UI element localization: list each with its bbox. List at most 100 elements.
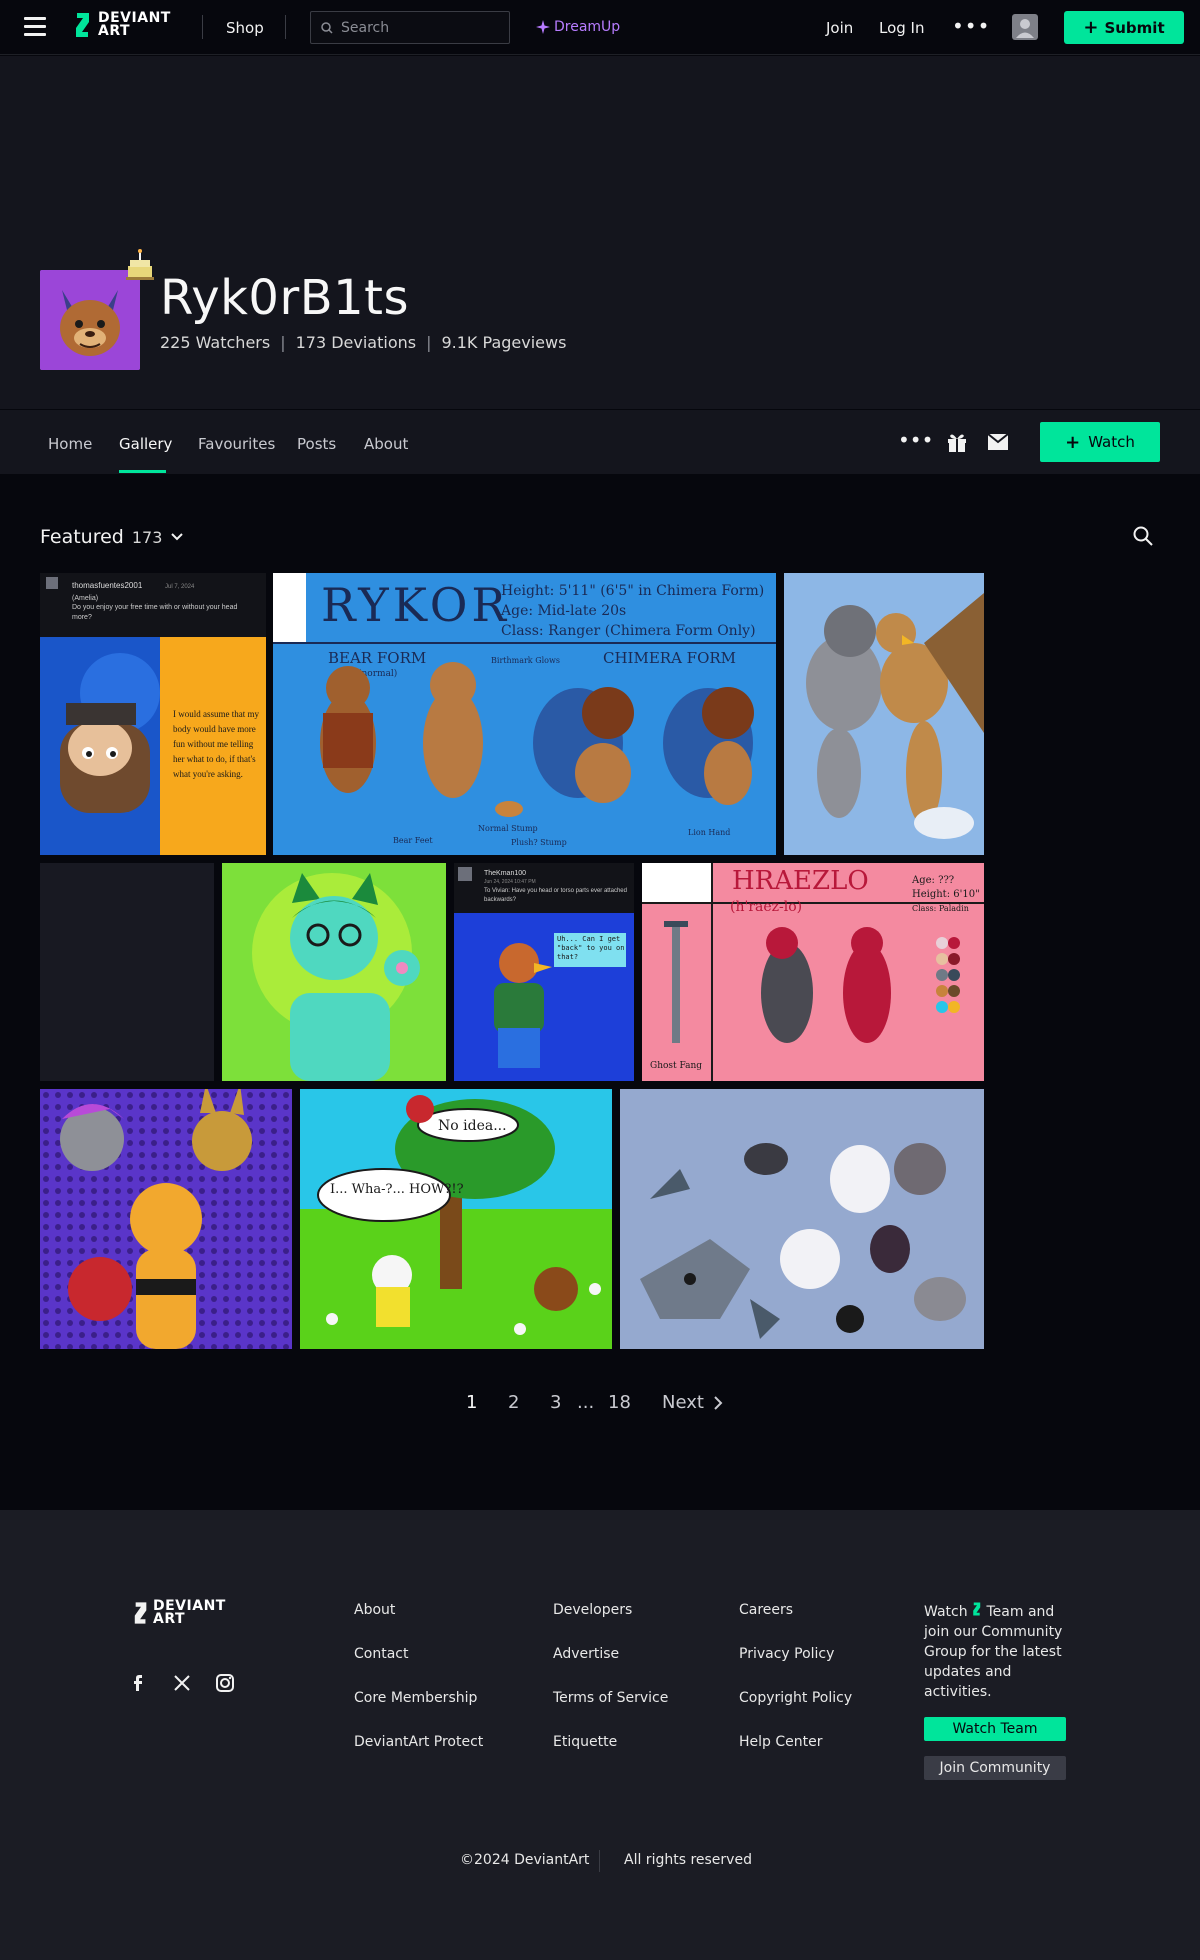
comment-username: TheKman100 [484,870,526,877]
comment-date: Jul 7, 2024 [165,584,195,590]
profile-stats: 225 Watchers | 173 Deviations | 9.1K Pag… [160,333,566,352]
deviantart-logo-icon [973,1602,981,1616]
footer-link-core-membership[interactable]: Core Membership [354,1690,477,1706]
user-icon[interactable] [1012,14,1038,40]
height-text: Height: 5'11" (6'5" in Chimera Form) [501,583,764,599]
watch-team-button[interactable]: Watch Team [924,1717,1066,1741]
footer-link-help-center[interactable]: Help Center [739,1734,823,1750]
footer-link-advertise[interactable]: Advertise [553,1646,619,1662]
page-ellipsis: ... [577,1392,595,1413]
section-count: 173 [131,527,163,547]
plush-stump-label: Plush? Stump [511,838,567,847]
join-community-button[interactable]: Join Community [924,1756,1066,1780]
comment-text: To Vivian: Have you head or torso parts … [484,888,627,903]
hamburger-icon[interactable] [24,17,46,37]
next-page-button[interactable]: Next [662,1392,724,1413]
plus-icon: + [1065,431,1081,453]
pageviews-count: 9.1K Pageviews [441,333,567,352]
comment-username: thomasfuentes2001 [72,581,143,590]
submit-label: Submit [1104,18,1165,37]
more-icon[interactable]: ••• [952,14,990,38]
separator: | [280,333,286,352]
footer-link-etiquette[interactable]: Etiquette [553,1734,617,1750]
footer-link-about[interactable]: About [354,1602,395,1618]
tab-gallery[interactable]: Gallery [119,435,172,453]
page-link[interactable]: 2 [508,1392,519,1413]
top-bar: DEVIANT ART Shop DreamUp Join Log In •••… [0,0,1200,55]
chimera-form-label: CHIMERA FORM [603,649,736,667]
logo-wordmark: DEVIANT ART [98,11,171,39]
birthmark-label: Birthmark Glows [491,656,560,665]
section-title: Featured [40,526,124,548]
logo-wordmark: DEVIANT ART [153,1599,226,1626]
profile-banner [0,56,1200,409]
page-link[interactable]: 3 [550,1392,561,1413]
deviation-thumbnail[interactable]: HRAEZLO (h'raez-lo) Age: ??? Height: 6'1… [642,863,984,1081]
footer-link-deviantart-protect[interactable]: DeviantArt Protect [354,1734,483,1750]
footer-link-contact[interactable]: Contact [354,1646,408,1662]
deviantart-logo-icon [76,13,89,37]
more-icon[interactable]: ••• [898,428,933,452]
deviations-count[interactable]: 173 Deviations [296,333,417,352]
deviation-thumbnail[interactable] [784,573,984,855]
login-link[interactable]: Log In [879,19,925,37]
deviation-thumbnail-placeholder[interactable] [40,863,214,1081]
footer-link-privacy[interactable]: Privacy Policy [739,1646,834,1662]
deviation-thumbnail[interactable] [40,1089,292,1349]
search-box[interactable] [310,11,510,44]
footer: DEVIANT ART About Contact Core Membershi… [0,1510,1200,1960]
mail-icon[interactable] [988,434,1008,450]
page-link[interactable]: 18 [608,1392,631,1413]
gallery-section-header[interactable]: Featured 173 [40,526,184,548]
search-icon [321,21,333,34]
footer-link-developers[interactable]: Developers [553,1602,632,1618]
join-link[interactable]: Join [826,19,853,37]
footer-link-careers[interactable]: Careers [739,1602,793,1618]
shop-link[interactable]: Shop [226,19,264,37]
separator: | [426,333,432,352]
footer-link-terms[interactable]: Terms of Service [553,1690,668,1706]
community-blurb: Watch Team and join our Community Group … [924,1602,1074,1702]
lion-hand-label: Lion Hand [688,828,730,837]
class-text: Class: Paladin [912,904,969,913]
tab-about[interactable]: About [364,435,408,453]
deviation-thumbnail[interactable] [620,1089,984,1349]
plus-icon: + [1083,17,1099,38]
copyright-text: ©2024 DeviantArt [460,1852,590,1868]
username[interactable]: Ryk0rB1ts [160,270,409,326]
deviation-thumbnail[interactable]: TheKman100 Jun 24, 2024 10:47 PM To Vivi… [454,863,634,1081]
watch-button[interactable]: + Watch [1040,422,1160,462]
x-icon[interactable] [172,1673,192,1693]
deviantart-logo[interactable]: DEVIANT ART [74,11,171,39]
chevron-right-icon [714,1395,723,1410]
deviation-thumbnail[interactable]: RYKOR Height: 5'11" (6'5" in Chimera For… [273,573,776,855]
footer-logo[interactable]: DEVIANT ART [133,1599,226,1626]
instagram-icon[interactable] [215,1673,235,1693]
comment-quote-name: (Amelia) [72,595,98,602]
search-icon[interactable] [1133,526,1153,546]
divider [285,15,286,39]
tab-favourites[interactable]: Favourites [198,435,275,453]
dreamup-link[interactable]: DreamUp [536,19,620,35]
avatar[interactable] [40,270,140,370]
height-text: Height: 6'10" [912,889,980,900]
gift-icon[interactable] [946,431,968,453]
pagination: 1 2 3 ... 18 Next [0,1388,1200,1418]
page-link[interactable]: 1 [466,1392,477,1413]
tab-posts[interactable]: Posts [297,435,336,453]
footer-link-copyright-policy[interactable]: Copyright Policy [739,1690,852,1706]
rights-text: All rights reserved [624,1852,752,1868]
submit-button[interactable]: + Submit [1064,11,1184,44]
tab-home[interactable]: Home [48,435,92,453]
deviation-thumbnail[interactable]: thomasfuentes2001 Jul 7, 2024 (Amelia) D… [40,573,266,855]
watchers-count[interactable]: 225 Watchers [160,333,270,352]
watch-label: Watch [1088,433,1135,451]
dreamup-label: DreamUp [554,19,621,35]
logo-line-2: ART [98,23,131,39]
title-text: HRAEZLO [732,866,869,896]
deviation-thumbnail[interactable] [222,863,446,1081]
deviation-thumbnail[interactable]: No idea... I... Wha-?... HOW?!? [300,1089,612,1349]
facebook-icon[interactable] [128,1673,148,1693]
comic-text: Uh... Can I get "back" to you on that? [557,935,625,961]
search-input[interactable] [341,19,491,36]
